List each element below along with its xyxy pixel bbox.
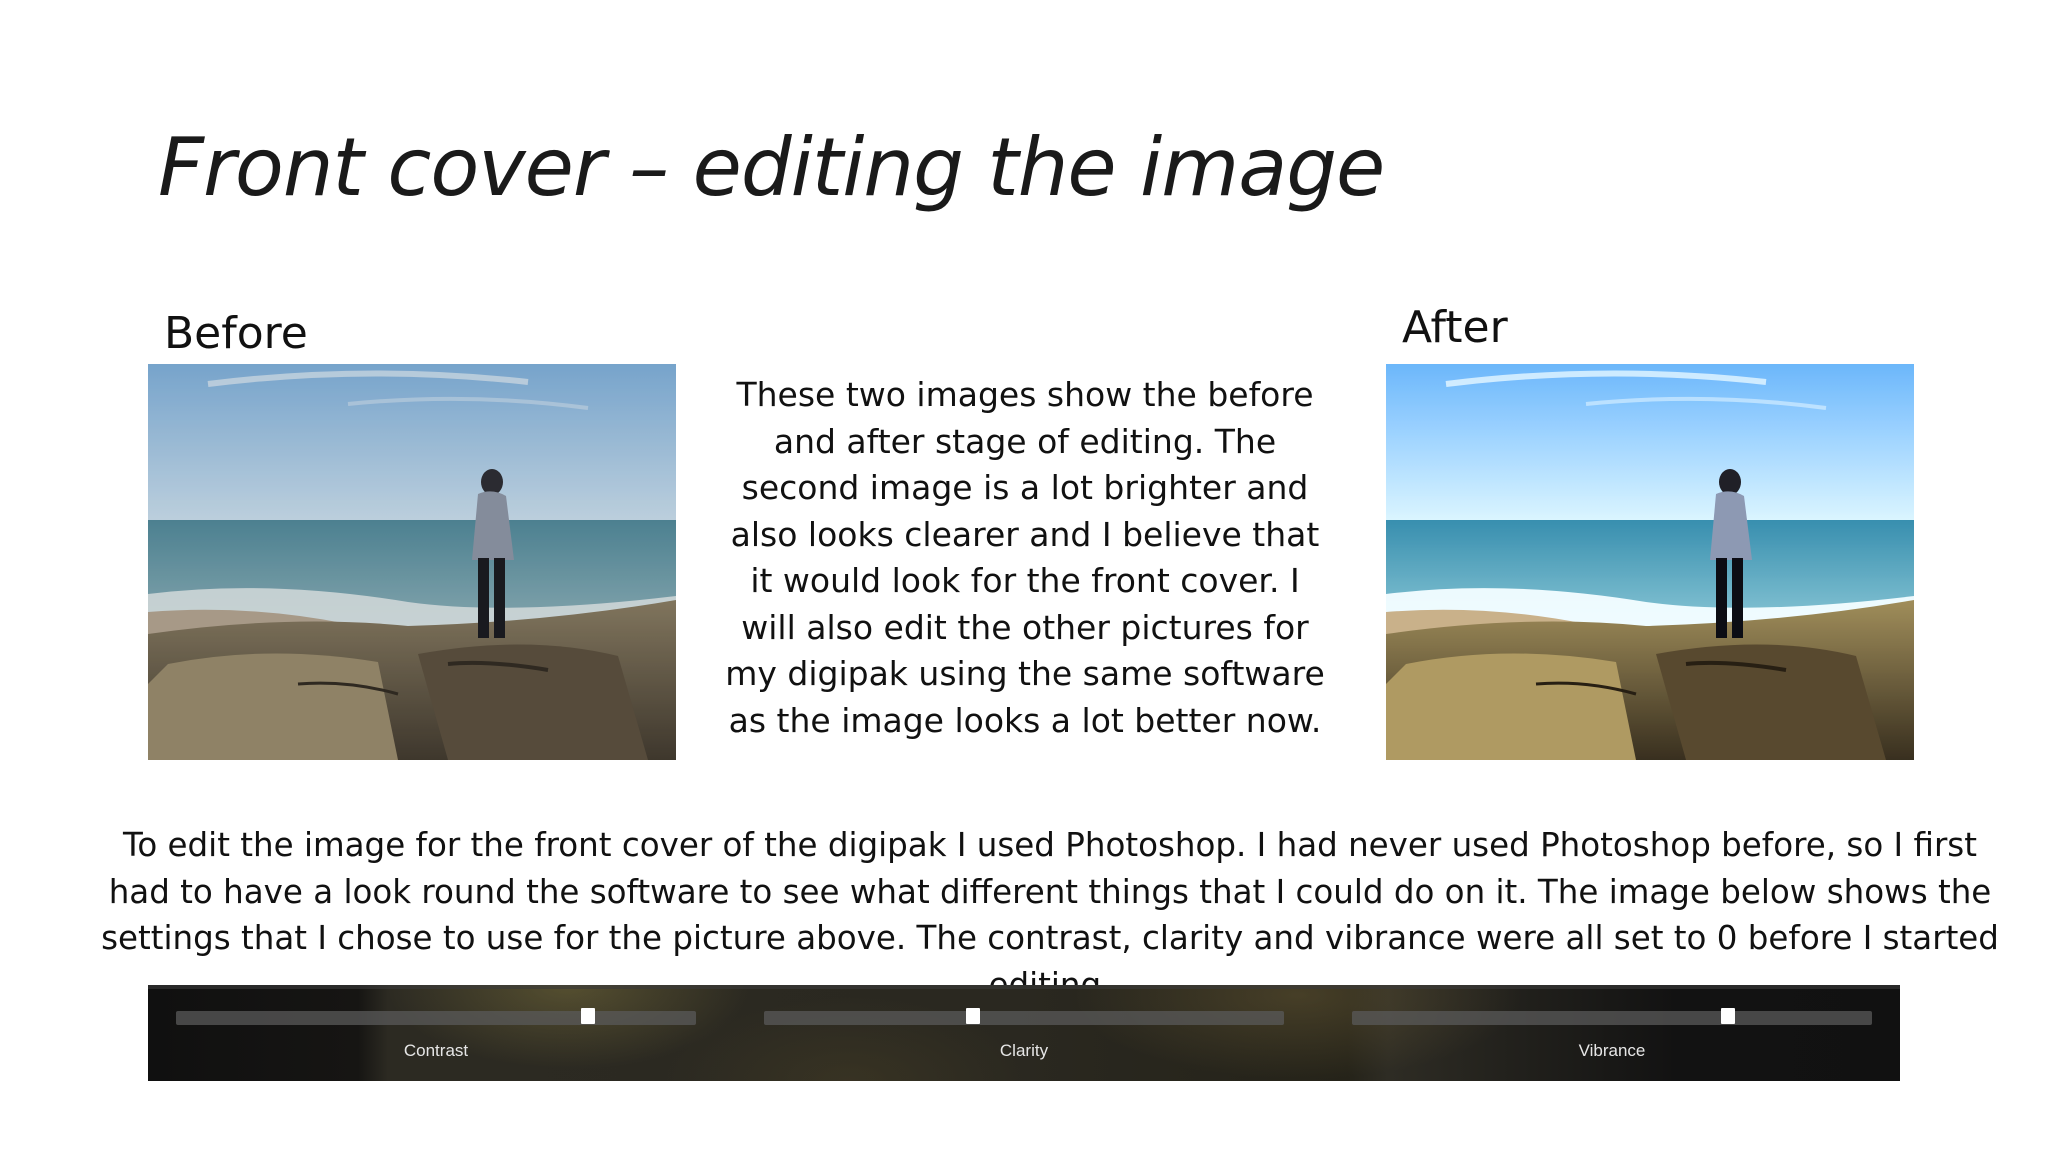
vibrance-label: Vibrance xyxy=(1578,1041,1646,1060)
contrast-slider[interactable] xyxy=(176,1008,696,1025)
comparison-description: These two images show the before and aft… xyxy=(725,375,1325,740)
beach-photo-icon xyxy=(148,364,676,760)
clarity-label: Clarity xyxy=(999,1041,1049,1060)
slide-title: Front cover – editing the image xyxy=(158,121,1385,214)
settings-top-edge xyxy=(148,985,1900,989)
before-photo xyxy=(148,364,676,760)
slide: Front cover – editing the image Before A… xyxy=(0,0,2048,1152)
settings-background xyxy=(148,985,1900,1081)
vibrance-slider-knob[interactable] xyxy=(1721,1008,1735,1024)
editing-description: To edit the image for the front cover of… xyxy=(101,826,1999,1004)
clarity-slider[interactable] xyxy=(764,1008,1284,1025)
settings-screenshot: Contrast Clarity Vibrance xyxy=(148,985,1900,1081)
after-label: After xyxy=(1402,302,1508,353)
before-label: Before xyxy=(164,308,308,359)
after-photo xyxy=(1386,364,1914,760)
contrast-label: Contrast xyxy=(403,1041,469,1060)
vibrance-slider[interactable] xyxy=(1352,1008,1872,1025)
beach-photo-icon xyxy=(1386,364,1914,760)
contrast-slider-knob[interactable] xyxy=(581,1008,595,1024)
clarity-slider-knob[interactable] xyxy=(966,1008,980,1024)
